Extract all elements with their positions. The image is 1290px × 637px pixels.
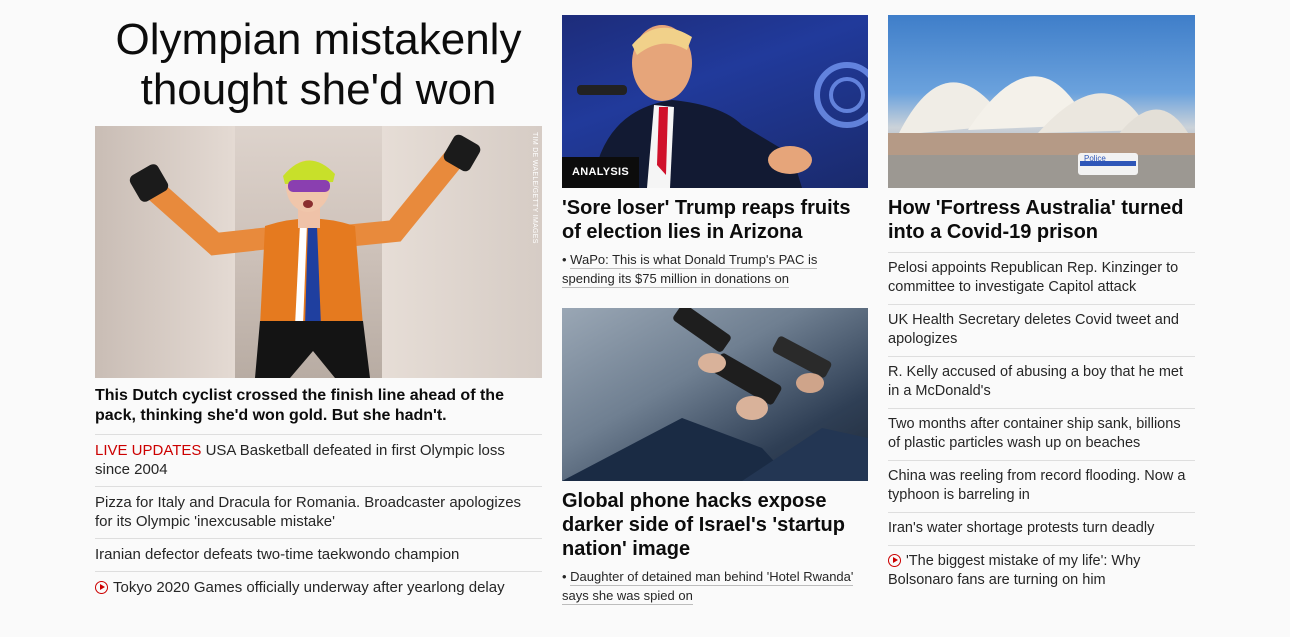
analysis-tag: ANALYSIS <box>562 157 640 188</box>
list-item-text[interactable]: Two months after container ship sank, bi… <box>888 416 1181 451</box>
australia-headline[interactable]: How 'Fortress Australia' turned into a C… <box>888 196 1195 244</box>
list-item-text[interactable]: R. Kelly accused of abusing a boy that h… <box>888 364 1183 399</box>
list-item[interactable]: Pizza for Italy and Dracula for Romania.… <box>95 486 542 538</box>
list-item[interactable]: China was reeling from record flooding. … <box>888 460 1195 512</box>
phones-illustration <box>562 308 868 481</box>
list-item[interactable]: Iranian defector defeats two-time taekwo… <box>95 538 542 571</box>
related-link-text[interactable]: WaPo: This is what Donald Trump's PAC is… <box>562 252 818 288</box>
list-item[interactable]: Tokyo 2020 Games officially underway aft… <box>95 571 542 604</box>
list-item[interactable]: Iran's water shortage protests turn dead… <box>888 512 1195 545</box>
list-item-text[interactable]: Iranian defector defeats two-time taekwo… <box>95 546 459 563</box>
play-icon <box>888 554 901 567</box>
list-item-text[interactable]: Pelosi appoints Republican Rep. Kinzinge… <box>888 260 1178 295</box>
live-updates-label[interactable]: LIVE UPDATES <box>95 442 201 459</box>
list-item-text[interactable]: Iran's water shortage protests turn dead… <box>888 520 1154 536</box>
middle-column: ANALYSIS 'Sore loser' Trump reaps fruits… <box>562 0 868 605</box>
lead-headline[interactable]: Olympian mistakenly thought she'd won <box>95 15 542 115</box>
list-item[interactable]: 'The biggest mistake of my life': Why Bo… <box>888 545 1195 597</box>
sydney-opera-house-image[interactable]: Police <box>888 15 1195 188</box>
right-headline-list: Pelosi appoints Republican Rep. Kinzinge… <box>888 252 1195 597</box>
trump-headline[interactable]: 'Sore loser' Trump reaps fruits of elect… <box>562 196 868 244</box>
phone-hacks-related-link[interactable]: • Daughter of detained man behind 'Hotel… <box>562 567 868 605</box>
list-item-text[interactable]: Pizza for Italy and Dracula for Romania.… <box>95 494 521 530</box>
list-item-text[interactable]: Tokyo 2020 Games officially underway aft… <box>113 579 505 596</box>
lead-related-list: LIVE UPDATES USA Basketball defeated in … <box>95 434 542 604</box>
trump-related-link[interactable]: • WaPo: This is what Donald Trump's PAC … <box>562 250 868 288</box>
lead-subhead[interactable]: This Dutch cyclist crossed the finish li… <box>95 386 542 426</box>
opera-house-illustration: Police <box>888 76 1195 188</box>
right-column: Police How 'Fortress Australia' turned i… <box>888 0 1195 597</box>
list-item[interactable]: LIVE UPDATES USA Basketball defeated in … <box>95 434 542 486</box>
list-item-text[interactable]: China was reeling from record flooding. … <box>888 468 1185 503</box>
list-item-text[interactable]: UK Health Secretary deletes Covid tweet … <box>888 312 1179 347</box>
list-item-text[interactable]: 'The biggest mistake of my life': Why Bo… <box>888 553 1140 588</box>
list-item[interactable]: UK Health Secretary deletes Covid tweet … <box>888 304 1195 356</box>
list-item[interactable]: R. Kelly accused of abusing a boy that h… <box>888 356 1195 408</box>
play-icon <box>95 581 108 594</box>
list-item[interactable]: Pelosi appoints Republican Rep. Kinzinge… <box>888 252 1195 304</box>
lead-story-column: Olympian mistakenly thought she'd won TI… <box>95 0 542 604</box>
related-link-text[interactable]: Daughter of detained man behind 'Hotel R… <box>562 569 854 605</box>
phones-image[interactable] <box>562 308 868 481</box>
phone-hacks-headline[interactable]: Global phone hacks expose darker side of… <box>562 489 868 561</box>
image-credit: TIM DE WAELE/GETTY IMAGES <box>531 132 538 244</box>
trump-image[interactable]: ANALYSIS <box>562 15 868 188</box>
list-item[interactable]: Two months after container ship sank, bi… <box>888 408 1195 460</box>
cyclist-illustration <box>129 134 481 378</box>
svg-text:Police: Police <box>1084 154 1106 163</box>
lead-image-cyclist[interactable]: TIM DE WAELE/GETTY IMAGES <box>95 126 542 378</box>
